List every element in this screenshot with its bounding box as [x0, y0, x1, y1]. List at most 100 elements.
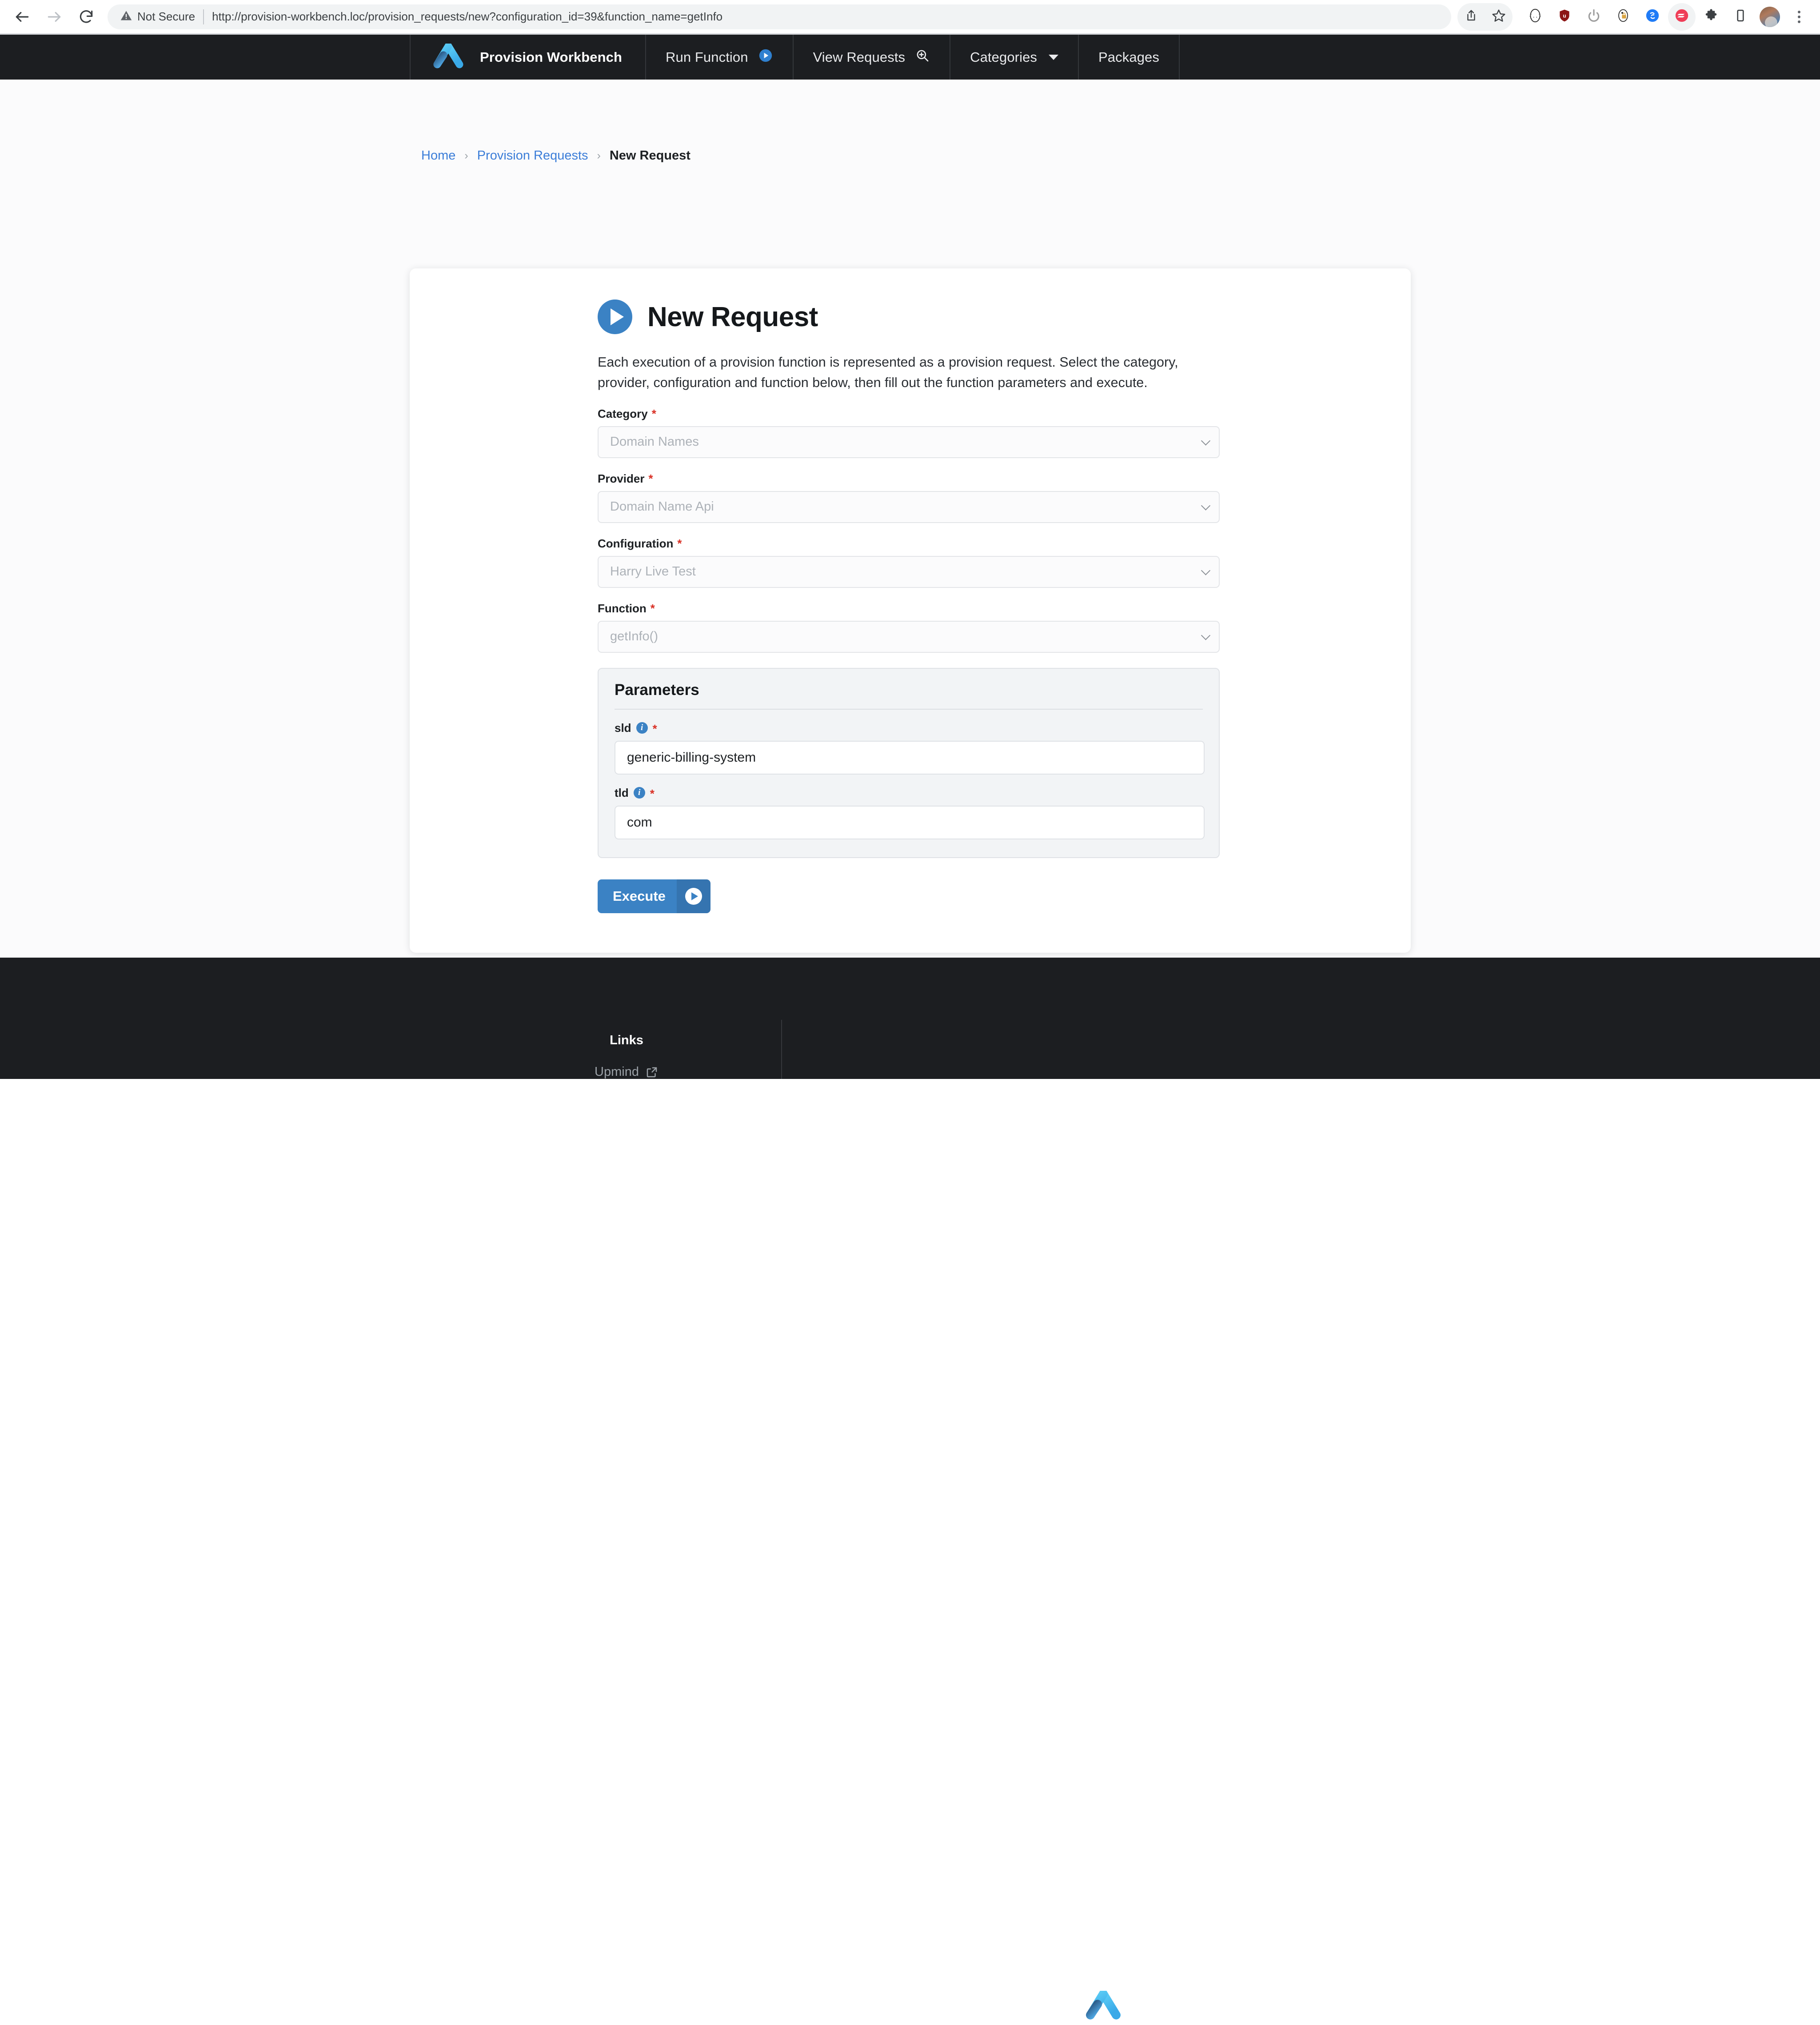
- password-manager-extension-icon: [1616, 8, 1630, 25]
- external-link-icon: [645, 1066, 659, 1079]
- ublock-origin-extension-button[interactable]: u: [1551, 3, 1578, 31]
- shazam-extension-button[interactable]: [1639, 3, 1666, 31]
- chevron-down-icon: [1049, 54, 1059, 60]
- configuration-select-value: Harry Live Test: [610, 564, 696, 579]
- footer-divider: [781, 1020, 782, 1079]
- category-select[interactable]: Domain Names: [598, 426, 1220, 458]
- warning-triangle-icon: [120, 9, 132, 24]
- device-toolbar-icon: [1734, 9, 1747, 24]
- profile-button[interactable]: [1756, 3, 1784, 31]
- field-label: Provider *: [598, 472, 1220, 486]
- nav-item-run-function[interactable]: Run Function: [645, 35, 793, 80]
- nav-item-label: Packages: [1098, 49, 1159, 65]
- breadcrumb-separator: ›: [464, 149, 468, 162]
- site-security-indicator[interactable]: Not Secure: [120, 9, 204, 24]
- field-label: Function *: [598, 602, 1220, 615]
- execute-button-label: Execute: [613, 888, 666, 904]
- redirect-extension-icon: [1674, 8, 1689, 25]
- json-viewer-extension-icon: {..}: [1528, 8, 1543, 25]
- breadcrumb-home[interactable]: Home: [421, 148, 455, 163]
- extensions-button[interactable]: [1697, 3, 1725, 31]
- tld-input[interactable]: com: [615, 805, 1205, 839]
- required-marker: *: [677, 536, 682, 550]
- chrome-menu-button[interactable]: [1785, 3, 1813, 31]
- field-label-text: Function: [598, 601, 647, 615]
- field-label: Configuration *: [598, 537, 1220, 551]
- breadcrumb-current: New Request: [609, 148, 690, 163]
- field-function: Function * getInfo(): [598, 602, 1220, 653]
- browser-nav-buttons: [0, 1, 102, 33]
- execute-icon-wrapper: [677, 879, 710, 913]
- required-marker: *: [652, 722, 657, 736]
- param-sld: sld i * generic-billing-system: [615, 721, 1205, 775]
- ublock-origin-extension-icon: u: [1557, 8, 1572, 25]
- power-toggle-extension-button[interactable]: [1580, 3, 1608, 31]
- play-circle-icon: [598, 300, 632, 334]
- nav-brand[interactable]: Provision Workbench: [410, 35, 645, 80]
- provider-select[interactable]: Domain Name Api: [598, 491, 1220, 523]
- param-label-text: sld: [615, 721, 631, 735]
- footer-link-upmind[interactable]: Upmind: [471, 1065, 782, 1079]
- field-label-text: Category: [598, 407, 648, 420]
- nav-item-packages[interactable]: Packages: [1078, 35, 1179, 80]
- page-body: Home › Provision Requests › New Request …: [0, 80, 1820, 958]
- upmind-logo-icon: [432, 43, 465, 71]
- reload-button[interactable]: [70, 1, 102, 33]
- execute-button[interactable]: Execute: [598, 879, 710, 913]
- nav-item-view-requests[interactable]: View Requests: [792, 35, 950, 80]
- tld-input-value: com: [627, 815, 652, 830]
- function-select[interactable]: getInfo(): [598, 620, 1220, 653]
- app-navbar: Provision Workbench Run Function View Re…: [0, 35, 1820, 80]
- function-select-value: getInfo(): [610, 629, 658, 644]
- sld-input[interactable]: generic-billing-system: [615, 740, 1205, 775]
- param-label-text: tld: [615, 786, 629, 799]
- url-text[interactable]: http://provision-workbench.loc/provision…: [204, 10, 722, 24]
- search-zoom-icon: [915, 48, 930, 67]
- browser-toolbar: Not Secure http://provision-workbench.lo…: [0, 0, 1820, 35]
- security-label: Not Secure: [137, 10, 196, 23]
- footer-links-column: Links Upmind: [471, 1033, 782, 1079]
- new-request-card: New Request Each execution of a provisio…: [410, 268, 1411, 953]
- category-select-value: Domain Names: [610, 435, 699, 449]
- info-icon[interactable]: i: [636, 722, 648, 734]
- param-tld: tld i * com: [615, 786, 1205, 839]
- back-arrow-icon: [14, 8, 31, 25]
- field-label-text: Configuration: [598, 536, 674, 550]
- breadcrumb-provision-requests[interactable]: Provision Requests: [477, 148, 588, 163]
- omnibox-action-group: [1457, 3, 1513, 31]
- configuration-select[interactable]: Harry Live Test: [598, 555, 1220, 588]
- upmind-logo-icon: [1084, 1989, 1122, 2025]
- info-icon[interactable]: i: [633, 787, 645, 799]
- sld-input-value: generic-billing-system: [627, 750, 756, 765]
- nav-item-categories[interactable]: Categories: [950, 35, 1078, 80]
- device-toolbar-button[interactable]: [1727, 3, 1754, 31]
- field-label: Category *: [598, 407, 1220, 421]
- card-header: New Request: [598, 300, 1220, 334]
- parameters-panel: Parameters sld i * generic-billing-syste…: [598, 667, 1220, 858]
- nav-item-label: Run Function: [666, 49, 748, 65]
- footer-link-label: Upmind: [595, 1065, 639, 1079]
- chevron-down-icon: [1201, 501, 1211, 511]
- field-configuration: Configuration * Harry Live Test: [598, 537, 1220, 588]
- bookmark-button[interactable]: [1485, 3, 1513, 31]
- redirect-extension-button[interactable]: [1668, 3, 1696, 31]
- required-marker: *: [650, 601, 655, 615]
- required-marker: *: [650, 787, 655, 801]
- share-button[interactable]: [1457, 3, 1485, 31]
- back-button[interactable]: [6, 1, 38, 33]
- avatar: [1760, 6, 1780, 27]
- navbar-filler: [1178, 35, 1820, 80]
- chevron-down-icon: [1201, 631, 1211, 640]
- svg-text:u: u: [1563, 13, 1566, 19]
- forward-button[interactable]: [38, 1, 70, 33]
- svg-text:{..}: {..}: [1529, 14, 1541, 19]
- breadcrumb: Home › Provision Requests › New Request: [421, 148, 690, 163]
- address-bar[interactable]: Not Secure http://provision-workbench.lo…: [108, 4, 1451, 29]
- field-provider: Provider * Domain Name Api: [598, 472, 1220, 523]
- json-viewer-extension-button[interactable]: {..}: [1521, 3, 1549, 31]
- password-manager-extension-button[interactable]: [1609, 3, 1637, 31]
- breadcrumb-separator: ›: [597, 149, 601, 162]
- page-title: New Request: [647, 301, 818, 332]
- share-icon: [1465, 9, 1478, 24]
- site-footer: Links Upmind: [0, 958, 1820, 2020]
